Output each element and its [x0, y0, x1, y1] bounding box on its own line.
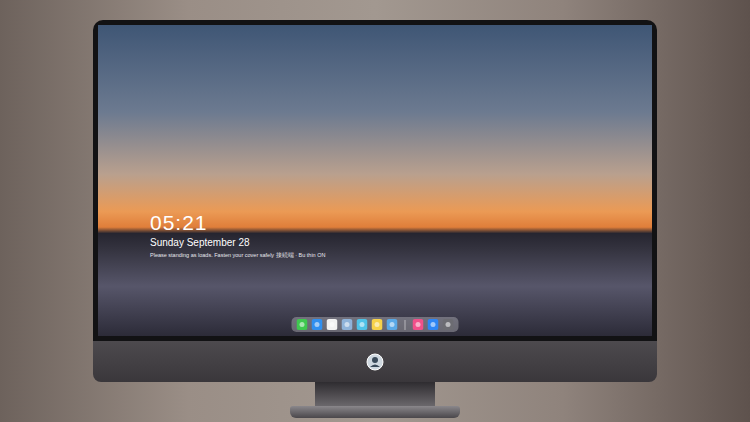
- app-icon[interactable]: [357, 319, 368, 330]
- lock-info: 05:21 Sunday September 28 Please standin…: [150, 211, 325, 259]
- dock-item[interactable]: [297, 319, 308, 330]
- wallpaper-photo: [98, 25, 652, 336]
- monitor-stand: [315, 382, 435, 406]
- monitor-bezel: 05:21 Sunday September 28 Please standin…: [93, 20, 657, 341]
- clock-time: 05:21: [150, 211, 325, 234]
- app-icon[interactable]: [443, 319, 454, 330]
- dock-item[interactable]: [413, 319, 424, 330]
- brand-logo-icon: [366, 353, 384, 371]
- monitor: 05:21 Sunday September 28 Please standin…: [93, 20, 657, 382]
- desktop-scene: 05:21 Sunday September 28 Please standin…: [0, 0, 750, 422]
- dock-item[interactable]: [372, 319, 383, 330]
- dock-item[interactable]: [312, 319, 323, 330]
- dock-item[interactable]: [327, 319, 338, 330]
- dock-item[interactable]: [443, 319, 454, 330]
- app-icon[interactable]: [327, 319, 338, 330]
- dock: [292, 317, 459, 332]
- app-icon[interactable]: [387, 319, 398, 330]
- clock-date: Sunday September 28: [150, 237, 325, 249]
- lock-notice: Please standing as loads. Fasten your co…: [150, 252, 325, 259]
- app-icon[interactable]: [372, 319, 383, 330]
- dock-separator: [405, 320, 406, 330]
- app-icon[interactable]: [342, 319, 353, 330]
- dock-item[interactable]: [342, 319, 353, 330]
- app-icon[interactable]: [428, 319, 439, 330]
- dock-item[interactable]: [387, 319, 398, 330]
- dock-item[interactable]: [428, 319, 439, 330]
- app-icon[interactable]: [413, 319, 424, 330]
- app-icon[interactable]: [297, 319, 308, 330]
- dock-item[interactable]: [357, 319, 368, 330]
- monitor-base: [290, 406, 460, 418]
- lock-screen: 05:21 Sunday September 28 Please standin…: [98, 25, 652, 336]
- app-icon[interactable]: [312, 319, 323, 330]
- monitor-chin: [93, 341, 657, 382]
